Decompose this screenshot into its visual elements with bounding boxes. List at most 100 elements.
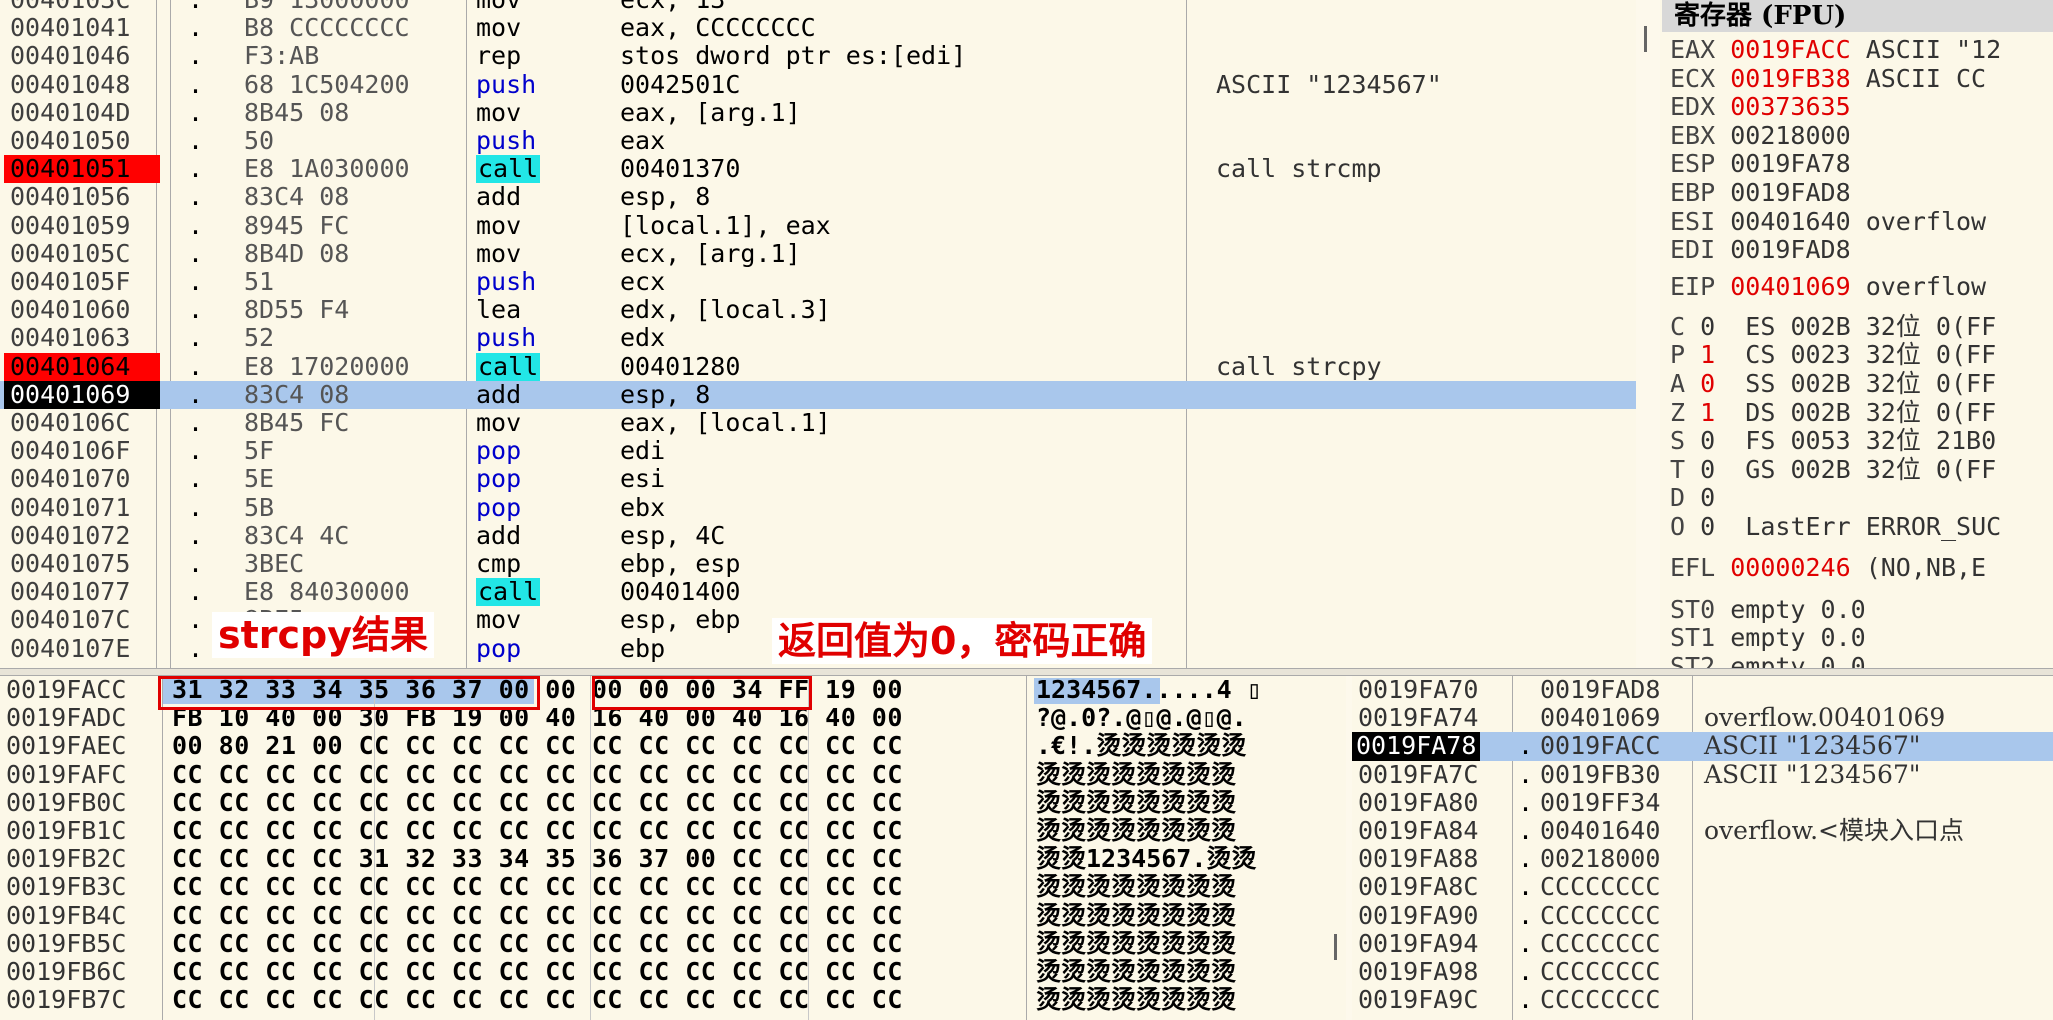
stack-row[interactable]: 0019FA88. 00218000 bbox=[1352, 844, 2053, 873]
stack-row[interactable]: 0019FA84. 00401640 overflow.<模块入口点 bbox=[1352, 816, 2053, 845]
instruction-address[interactable]: 00401075 bbox=[4, 549, 160, 578]
instruction-address[interactable]: 00401046 bbox=[4, 42, 160, 70]
fpu-register-row[interactable]: ST0 empty 0.0 bbox=[1670, 595, 1866, 624]
dump-ascii[interactable]: .€!.烫烫烫烫烫烫 bbox=[1036, 732, 1246, 760]
instruction-address[interactable]: 0040104D bbox=[4, 98, 160, 127]
dump-address[interactable]: 0019FB3C bbox=[6, 873, 126, 901]
stack-value[interactable]: 0019FACC bbox=[1540, 732, 1660, 760]
stack-row[interactable]: 0019FA90. CCCCCCCC bbox=[1352, 901, 2053, 930]
instruction-address[interactable]: 00401056 bbox=[4, 183, 160, 211]
instruction-address[interactable]: 00401070 bbox=[4, 465, 160, 493]
register-row[interactable]: EDX 00373635 bbox=[1670, 93, 1866, 121]
stack-address[interactable]: 0019FA94 bbox=[1358, 929, 1478, 958]
dump-address[interactable]: 0019FACC bbox=[6, 676, 126, 704]
flag-value[interactable]: 0 bbox=[1700, 455, 1715, 484]
dump-row[interactable]: 0019FB3C CC CC CC CC CC CC CC CC CC CC CC… bbox=[0, 873, 1346, 901]
dump-hex-bytes[interactable]: 00 80 21 00 CC CC CC CC CC CC CC CC CC C… bbox=[172, 732, 903, 760]
instruction-address[interactable]: 00401041 bbox=[4, 14, 160, 42]
dump-row[interactable]: 0019FB1C CC CC CC CC CC CC CC CC CC CC CC… bbox=[0, 816, 1346, 845]
instruction-address[interactable]: 00401077 bbox=[4, 578, 160, 606]
fpu-register-value[interactable]: empty 0.0 bbox=[1730, 623, 1865, 652]
stack-pane[interactable]: 0019FA70 0019FAD8 0019FA74 00401069 overflow… bbox=[1352, 676, 2053, 1020]
disasm-row[interactable]: 00401064. E8 17020000 call 00401280 call str… bbox=[0, 352, 1636, 381]
register-value[interactable]: 0019FAD8 bbox=[1730, 235, 1850, 264]
stack-value[interactable]: CCCCCCCC bbox=[1540, 901, 1660, 930]
stack-address[interactable]: 0019FA8C bbox=[1358, 873, 1478, 901]
memory-dump-pane[interactable]: 0019FACC 31 32 33 34 35 36 37 00 00 00 00… bbox=[0, 676, 1346, 1020]
dump-scrollbar[interactable] bbox=[1334, 934, 1337, 960]
disasm-row[interactable]: 0040104D. 8B45 08 mov eax, [arg.1] bbox=[0, 98, 1636, 127]
fpu-register-value[interactable]: empty 0.0 bbox=[1730, 595, 1865, 624]
instruction-address[interactable]: 00401060 bbox=[4, 296, 160, 324]
dump-address[interactable]: 0019FAFC bbox=[6, 760, 126, 789]
register-row[interactable]: EDI 0019FAD8 bbox=[1670, 236, 1866, 264]
instruction-address[interactable]: 00401063 bbox=[4, 324, 160, 352]
flag-value[interactable]: 0 bbox=[1700, 369, 1715, 398]
dump-ascii[interactable]: ?@.0?.@▯@.@▯@. bbox=[1036, 703, 1247, 732]
dump-row[interactable]: 0019FB5C CC CC CC CC CC CC CC CC CC CC CC… bbox=[0, 929, 1346, 958]
instruction-address[interactable]: 0040107E bbox=[4, 634, 160, 663]
register-row-eip[interactable]: EIP 00401069 overflow bbox=[1670, 272, 1986, 301]
register-value[interactable]: 0019FB38 bbox=[1730, 64, 1850, 93]
dump-ascii[interactable]: 烫烫烫烫烫烫烫烫 bbox=[1036, 788, 1236, 817]
flag-value[interactable]: 0 bbox=[1700, 312, 1715, 341]
instruction-address[interactable]: 00401069 bbox=[4, 380, 160, 409]
disasm-row[interactable]: 0040106C. 8B45 FC mov eax, [local.1] bbox=[0, 408, 1636, 437]
stack-row[interactable]: 0019FA8C. CCCCCCCC bbox=[1352, 873, 2053, 901]
dump-ascii[interactable]: 烫烫烫烫烫烫烫烫 bbox=[1036, 929, 1236, 958]
register-row[interactable]: EAX 0019FACC ASCII "12 bbox=[1670, 36, 2001, 64]
dump-hex-bytes[interactable]: CC CC CC CC CC CC CC CC CC CC CC CC CC C… bbox=[172, 760, 903, 789]
register-value[interactable]: 00401069 bbox=[1730, 272, 1850, 301]
disassembly-pane[interactable]: 0040103C. B9 13000000 mov ecx, 13 00401041. B… bbox=[0, 0, 1636, 668]
register-value[interactable]: 00000246 bbox=[1730, 553, 1850, 582]
flag-row[interactable]: P 1 CS 0023 32位 0(FF bbox=[1670, 341, 1996, 369]
disasm-row[interactable]: 00401077. E8 84030000 call 00401400 bbox=[0, 577, 1636, 607]
disasm-row[interactable]: 00401059. 8945 FC mov [local.1], eax bbox=[0, 211, 1636, 240]
disasm-scrollbar[interactable] bbox=[1644, 26, 1647, 52]
stack-address[interactable]: 0019FA9C bbox=[1358, 985, 1478, 1014]
stack-value[interactable]: 00401640 bbox=[1540, 816, 1660, 845]
disasm-row[interactable]: 00401051. E8 1A030000 call 00401370 call str… bbox=[0, 154, 1636, 184]
dump-address[interactable]: 0019FB4C bbox=[6, 901, 126, 930]
dump-row[interactable]: 0019FB6C CC CC CC CC CC CC CC CC CC CC CC… bbox=[0, 957, 1346, 986]
register-value[interactable]: 00373635 bbox=[1730, 92, 1850, 121]
stack-value[interactable]: CCCCCCCC bbox=[1540, 929, 1660, 958]
dump-address[interactable]: 0019FB6C bbox=[6, 957, 126, 986]
register-value[interactable]: 0019FA78 bbox=[1730, 149, 1850, 178]
stack-value[interactable]: CCCCCCCC bbox=[1540, 985, 1660, 1014]
stack-address[interactable]: 0019FA98 bbox=[1358, 957, 1478, 986]
dump-ascii[interactable]: 烫烫1234567.烫烫 bbox=[1036, 844, 1256, 873]
fpu-register-row[interactable]: ST1 empty 0.0 bbox=[1670, 624, 1866, 652]
stack-address[interactable]: 0019FA78 bbox=[1352, 732, 1481, 761]
register-row[interactable]: ECX 0019FB38 ASCII CC bbox=[1670, 64, 1986, 93]
flag-row[interactable]: D 0 bbox=[1670, 484, 1790, 512]
dump-row[interactable]: 0019FB2C CC CC CC CC 31 32 33 34 35 36 37… bbox=[0, 844, 1346, 873]
disasm-row[interactable]: 00401075. 3BEC cmp ebp, esp bbox=[0, 549, 1636, 578]
dump-hex-bytes[interactable]: CC CC CC CC CC CC CC CC CC CC CC CC CC C… bbox=[172, 985, 903, 1014]
instruction-address[interactable]: 0040106F bbox=[4, 437, 160, 465]
dump-hex-bytes[interactable]: CC CC CC CC 31 32 33 34 35 36 37 00 CC C… bbox=[172, 844, 903, 873]
registers-pane[interactable]: 寄存器 (FPU) EAX 0019FACC ASCII "12 ECX 0019… bbox=[1660, 0, 2053, 668]
register-value[interactable]: 00401640 bbox=[1730, 207, 1850, 236]
disasm-row[interactable]: 00401048. 68 1C504200 push 0042501C ASCII "1… bbox=[0, 70, 1636, 99]
flag-value[interactable]: 0 bbox=[1700, 512, 1715, 541]
register-row[interactable]: ESI 00401640 overflow bbox=[1670, 207, 1986, 236]
dump-ascii[interactable]: 烫烫烫烫烫烫烫烫 bbox=[1036, 985, 1236, 1014]
register-row[interactable]: ESP 0019FA78 bbox=[1670, 150, 1866, 178]
flag-value[interactable]: 0 bbox=[1700, 483, 1715, 512]
disasm-row[interactable]: 00401050. 50 push eax bbox=[0, 126, 1636, 155]
dump-address[interactable]: 0019FADC bbox=[6, 703, 126, 732]
dump-hex-bytes[interactable]: CC CC CC CC CC CC CC CC CC CC CC CC CC C… bbox=[172, 929, 903, 958]
disasm-row[interactable]: 00401063. 52 push edx bbox=[0, 324, 1636, 352]
disasm-row[interactable]: 00401069. 83C4 08 add esp, 8 bbox=[0, 380, 1636, 409]
instruction-address[interactable]: 0040103C bbox=[4, 0, 160, 14]
dump-row[interactable]: 0019FAFC CC CC CC CC CC CC CC CC CC CC CC… bbox=[0, 760, 1346, 789]
stack-row[interactable]: 0019FA9C. CCCCCCCC bbox=[1352, 985, 2053, 1014]
stack-value[interactable]: 00218000 bbox=[1540, 844, 1660, 873]
dump-address[interactable]: 0019FB0C bbox=[6, 788, 126, 817]
stack-row[interactable]: 0019FA98. CCCCCCCC bbox=[1352, 957, 2053, 986]
dump-ascii[interactable]: 烫烫烫烫烫烫烫烫 bbox=[1036, 760, 1236, 789]
fpu-register-value[interactable]: empty 0.0 bbox=[1730, 652, 1865, 668]
disasm-row[interactable]: 0040105C. 8B4D 08 mov ecx, [arg.1] bbox=[0, 239, 1636, 268]
flag-value[interactable]: 0 bbox=[1700, 426, 1715, 455]
